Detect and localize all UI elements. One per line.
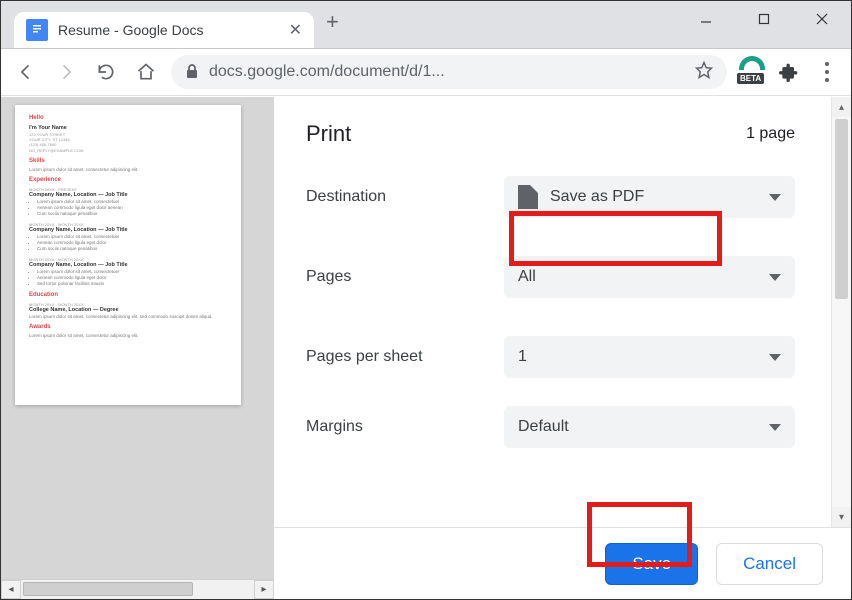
destination-label: Destination — [306, 188, 504, 206]
content-area: Hello I'm Your Name 123 YOUR STREET YOUR… — [1, 97, 851, 599]
margins-label: Margins — [306, 418, 504, 436]
close-window-button[interactable] — [793, 1, 851, 37]
preview-page-thumbnail[interactable]: Hello I'm Your Name 123 YOUR STREET YOUR… — [15, 105, 241, 405]
lock-icon — [185, 63, 199, 82]
bookmark-star-icon[interactable] — [695, 61, 713, 84]
print-title: Print — [306, 121, 351, 147]
close-tab-icon[interactable]: ✕ — [289, 20, 302, 40]
minimize-button[interactable] — [677, 1, 735, 37]
print-settings-pane: Print 1 page Destination Save as PDF Pag… — [274, 97, 851, 599]
pages-value: All — [518, 268, 536, 286]
resume-experience-header: Experience — [29, 177, 227, 185]
scrollbar-thumb[interactable] — [835, 119, 848, 299]
margins-select[interactable]: Default — [504, 406, 795, 448]
pages-per-sheet-label: Pages per sheet — [306, 348, 504, 366]
chevron-down-icon — [769, 354, 781, 361]
pages-select[interactable]: All — [504, 256, 795, 298]
tab-title: Resume - Google Docs — [58, 22, 281, 38]
chrome-menu-button[interactable] — [813, 62, 841, 82]
scrollbar-thumb[interactable] — [23, 582, 193, 596]
resume-name: I'm Your Name — [29, 125, 227, 132]
reload-button[interactable] — [91, 57, 121, 87]
forward-button[interactable] — [51, 57, 81, 87]
chevron-down-icon — [769, 424, 781, 431]
address-bar[interactable]: docs.google.com/document/d/1... — [171, 55, 727, 89]
pages-label: Pages — [306, 268, 504, 286]
home-button[interactable] — [131, 57, 161, 87]
settings-vertical-scrollbar[interactable]: ▴ ▾ — [831, 97, 851, 527]
pages-per-sheet-value: 1 — [518, 348, 527, 366]
docs-favicon — [26, 19, 48, 41]
margins-value: Default — [518, 418, 569, 436]
resume-awards-header: Awards — [29, 324, 227, 332]
back-button[interactable] — [11, 57, 41, 87]
chevron-down-icon — [769, 274, 781, 281]
maximize-button[interactable] — [735, 1, 793, 37]
window-controls — [677, 1, 851, 37]
new-tab-button[interactable]: + — [326, 9, 339, 35]
chevron-down-icon — [769, 194, 781, 201]
browser-toolbar: docs.google.com/document/d/1... BETA — [1, 49, 851, 96]
preview-horizontal-scrollbar[interactable]: ◂ ▸ — [1, 579, 274, 599]
destination-value: Save as PDF — [550, 188, 644, 206]
pages-per-sheet-select[interactable]: 1 — [504, 336, 795, 378]
destination-select[interactable]: Save as PDF — [504, 176, 795, 218]
beta-extension-icon[interactable]: BETA — [737, 58, 765, 86]
scroll-up-arrow[interactable]: ▴ — [832, 97, 851, 117]
page-count: 1 page — [746, 125, 795, 143]
print-dialog-footer: Save Cancel — [274, 527, 851, 599]
cancel-button[interactable]: Cancel — [716, 543, 823, 585]
extensions-icon[interactable] — [775, 58, 803, 86]
scroll-right-arrow[interactable]: ▸ — [254, 580, 274, 599]
pdf-document-icon — [518, 185, 538, 209]
scroll-left-arrow[interactable]: ◂ — [1, 580, 21, 599]
browser-titlebar: Resume - Google Docs ✕ + — [1, 1, 851, 49]
save-button[interactable]: Save — [605, 543, 698, 585]
print-preview-pane: Hello I'm Your Name 123 YOUR STREET YOUR… — [1, 97, 274, 599]
browser-tab[interactable]: Resume - Google Docs ✕ — [14, 12, 314, 48]
resume-skills-header: Skills — [29, 158, 227, 166]
resume-hello: Hello — [29, 115, 227, 123]
resume-education-header: Education — [29, 292, 227, 300]
url-text: docs.google.com/document/d/1... — [209, 63, 685, 81]
scroll-down-arrow[interactable]: ▾ — [832, 507, 851, 527]
